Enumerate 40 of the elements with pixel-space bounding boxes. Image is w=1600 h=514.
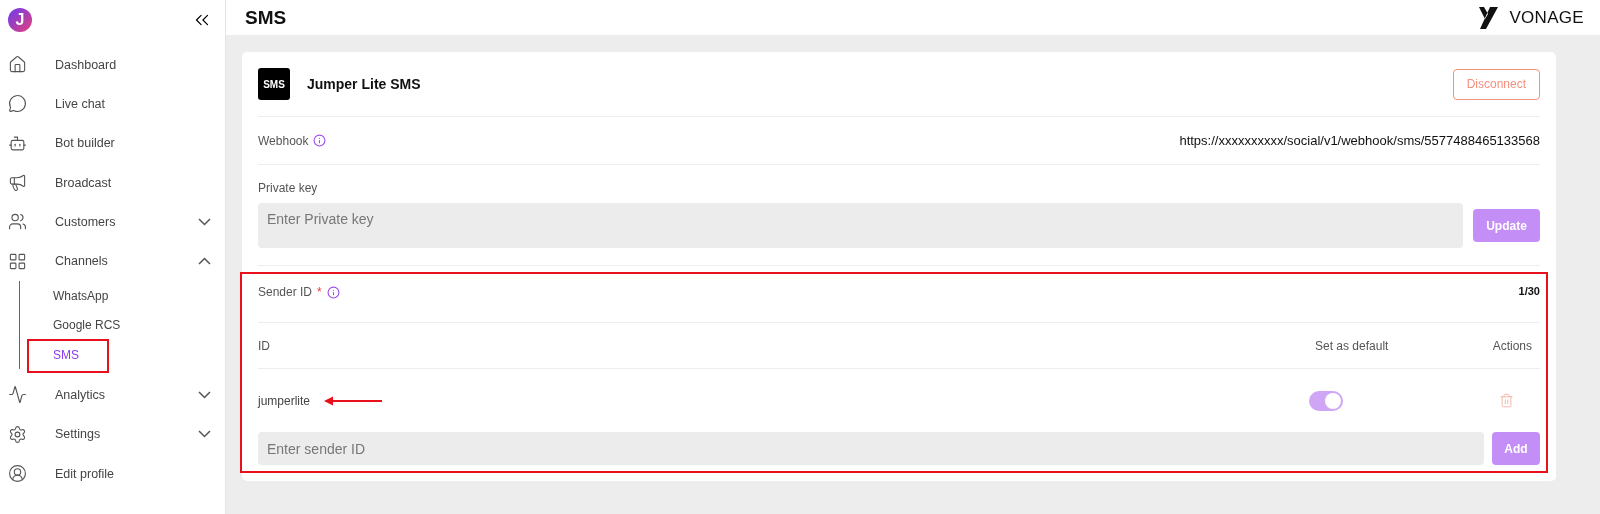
required-mark: * xyxy=(317,285,322,299)
grid-icon xyxy=(8,251,27,271)
card-title: Jumper Lite SMS xyxy=(307,76,421,92)
home-icon xyxy=(8,55,27,75)
field-label: Sender ID xyxy=(258,285,313,299)
page-title: SMS xyxy=(245,6,287,29)
nav-item[interactable]: Channels xyxy=(8,241,225,281)
sender-id-field[interactable]: Enter sender ID xyxy=(258,432,1484,465)
nav-item[interactable]: Dashboard xyxy=(8,45,225,85)
webhook-url: https://xxxxxxxxxx/social/v1/webhook/sms/5577488465133568 xyxy=(1179,133,1540,148)
nav-item[interactable]: Settings xyxy=(8,414,225,454)
nav-item[interactable]: Live chat xyxy=(8,84,225,124)
user-circle-icon xyxy=(8,464,27,483)
app-logo: J xyxy=(8,8,32,32)
nav-subitem[interactable]: SMS xyxy=(53,339,225,370)
column-header: ID xyxy=(258,338,271,353)
private-key-field[interactable]: Enter Private key xyxy=(258,203,1463,248)
nav-item[interactable]: Bot builder xyxy=(8,123,225,163)
settings-icon xyxy=(8,424,27,444)
column-header: Actions xyxy=(1491,338,1532,353)
character-count: 1/30 xyxy=(1518,285,1540,297)
field-label: Webhook xyxy=(258,133,309,148)
brand-name: VONAGE xyxy=(1509,7,1584,28)
megaphone-icon xyxy=(8,173,27,193)
users-icon xyxy=(8,212,27,232)
line-chart-icon xyxy=(8,385,27,405)
nav-item[interactable]: Broadcast xyxy=(8,162,225,203)
column-header: Set as default xyxy=(1315,338,1390,353)
info-icon[interactable] xyxy=(326,285,340,299)
chat-icon xyxy=(8,94,27,114)
field-label: Private key xyxy=(258,181,319,195)
nav-item[interactable]: Customers xyxy=(8,202,225,242)
nav-item[interactable]: Analytics xyxy=(8,375,225,415)
sender-id-cell: jumperlite xyxy=(258,393,311,408)
nav-subitem[interactable]: WhatsApp xyxy=(53,280,225,311)
nav-item[interactable]: Edit profile xyxy=(8,453,225,494)
sms-badge: SMS xyxy=(258,68,290,100)
info-icon[interactable] xyxy=(313,134,327,147)
nav-subitem[interactable]: Google RCS xyxy=(53,310,225,340)
default-toggle[interactable] xyxy=(1309,390,1343,411)
